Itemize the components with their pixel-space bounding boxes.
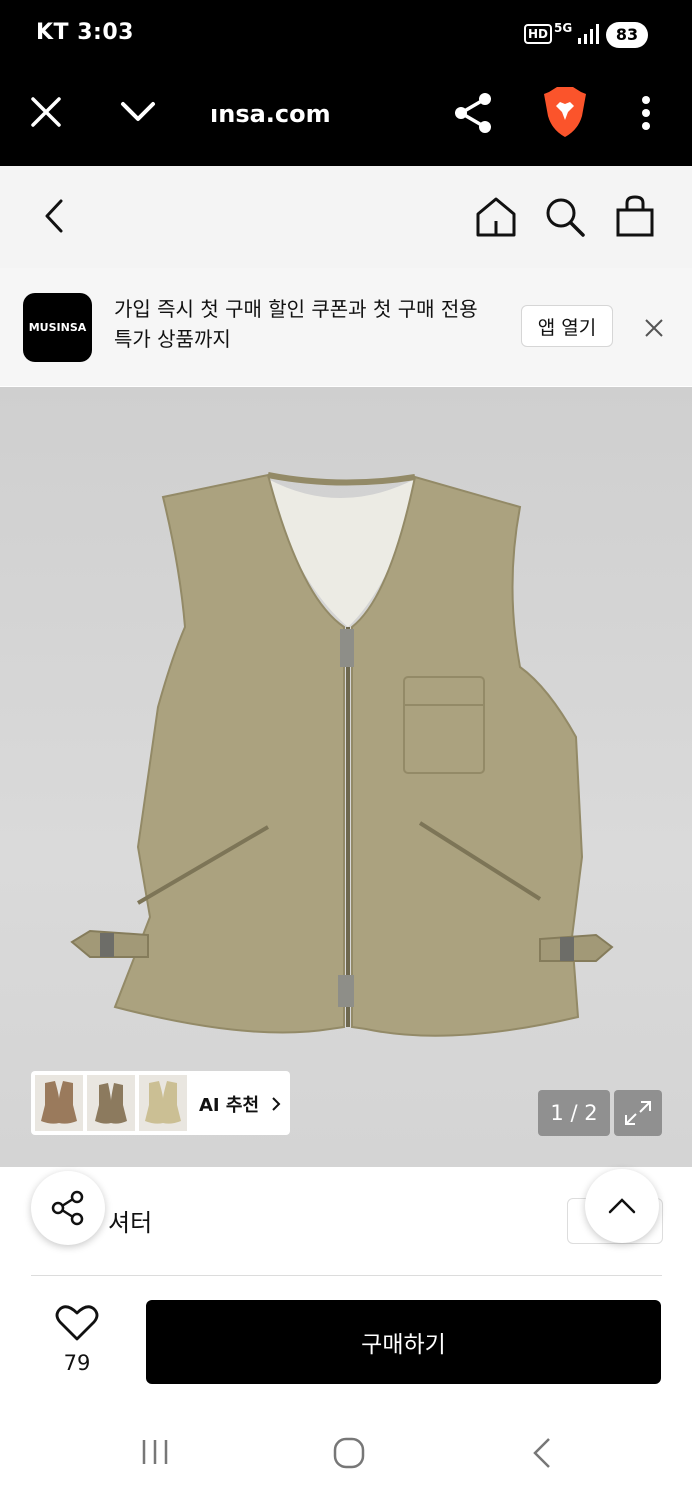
shopping-bag-icon[interactable] (615, 194, 655, 238)
recent-apps-icon[interactable] (140, 1438, 172, 1466)
share-icon[interactable] (453, 92, 493, 134)
image-counter: 1 / 2 (538, 1090, 610, 1136)
search-icon[interactable] (544, 196, 586, 238)
share-icon (51, 1190, 84, 1226)
product-vest-image (70, 472, 614, 1037)
browser-toolbar: ınsa.com (0, 72, 692, 166)
brave-lion-icon[interactable] (543, 86, 587, 138)
battery-indicator: 83 (606, 22, 648, 48)
back-icon[interactable] (42, 198, 66, 234)
product-category[interactable]: 셔터 (108, 1203, 152, 1238)
status-time: KT 3:03 (36, 20, 134, 45)
site-header (0, 166, 692, 269)
thumbnail[interactable] (139, 1075, 187, 1131)
chevron-down-icon[interactable] (120, 100, 156, 124)
buy-button[interactable]: 구매하기 (146, 1300, 661, 1384)
thumbnail[interactable] (87, 1075, 135, 1131)
like-button[interactable]: 79 (52, 1303, 102, 1375)
ai-recommendation-strip[interactable]: AI 추천 (31, 1071, 290, 1135)
expand-icon (625, 1101, 651, 1125)
divider (31, 1275, 662, 1276)
share-button[interactable] (31, 1171, 105, 1245)
promo-message: 가입 즉시 첫 구매 할인 쿠폰과 첫 구매 전용 특가 상품까지 (114, 297, 478, 351)
musinsa-logo: MUSINSA (23, 293, 92, 362)
network-type: 5G (554, 21, 573, 35)
system-nav-bar (0, 1404, 692, 1500)
signal-icon (578, 24, 599, 44)
back-nav-icon[interactable] (530, 1436, 554, 1470)
product-image-gallery[interactable] (0, 387, 692, 1167)
close-icon[interactable] (30, 96, 62, 128)
home-nav-icon[interactable] (332, 1436, 366, 1470)
scroll-top-button[interactable] (585, 1169, 659, 1243)
url-bar[interactable]: ınsa.com (210, 100, 331, 128)
ai-recommend-label[interactable]: AI 추천 (199, 1091, 259, 1117)
expand-button[interactable] (614, 1090, 662, 1136)
more-vertical-icon[interactable] (640, 96, 652, 130)
like-count: 79 (63, 1351, 91, 1375)
thumbnail[interactable] (35, 1075, 83, 1131)
status-bar: KT 3:03 HD 5G 83 (0, 0, 692, 72)
open-app-button[interactable]: 앱 열기 (521, 305, 613, 347)
home-icon[interactable] (474, 196, 518, 238)
chevron-right-icon (272, 1097, 281, 1111)
chevron-up-icon (608, 1198, 636, 1214)
heart-icon (55, 1305, 99, 1341)
hd-voice-indicator: HD (524, 24, 553, 44)
close-icon[interactable] (644, 318, 664, 338)
